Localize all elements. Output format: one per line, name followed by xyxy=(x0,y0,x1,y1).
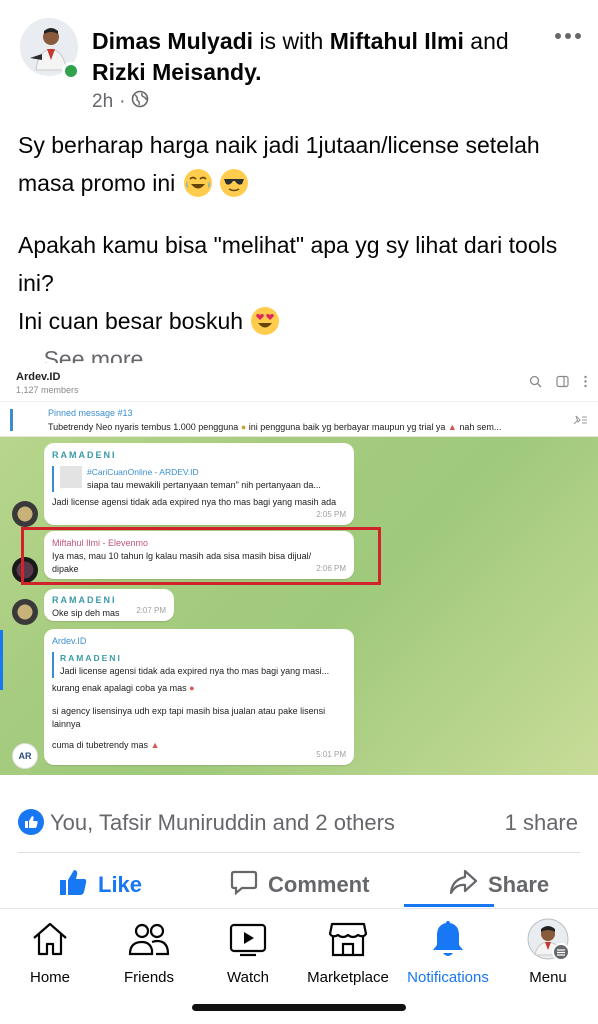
tagged-user-1[interactable]: Miftahul Ilmi xyxy=(330,28,464,54)
home-indicator[interactable] xyxy=(192,1004,406,1011)
message-sender: RAMADENI xyxy=(52,450,117,460)
friends-icon xyxy=(127,917,171,961)
post-body: Sy berharap harga naik jadi 1jutaan/lice… xyxy=(18,126,583,378)
more-options-icon[interactable] xyxy=(552,26,584,46)
with-text: is with xyxy=(259,28,324,54)
tab-label: Home xyxy=(29,969,70,986)
share-button[interactable]: Share xyxy=(448,868,549,902)
telegram-chat-title: Ardev.ID xyxy=(16,371,61,383)
share-icon xyxy=(448,868,478,902)
home-icon xyxy=(28,917,72,961)
tab-notifications[interactable]: Notifications xyxy=(398,917,498,997)
comment-label: Comment xyxy=(268,872,370,897)
marketplace-icon xyxy=(326,917,370,961)
scroll-edge-marker xyxy=(0,630,3,690)
post-paragraph-1: Sy berharap harga naik jadi 1jutaan/lice… xyxy=(18,126,583,202)
tab-label: Watch xyxy=(227,969,269,986)
tab-menu[interactable]: Menu xyxy=(498,917,598,997)
tab-home[interactable]: Home xyxy=(0,917,100,997)
telegram-header: Ardev.ID 1,127 members xyxy=(0,363,598,401)
post-meta: 2h · xyxy=(92,90,149,114)
tab-label: Marketplace xyxy=(307,969,389,986)
ramadeni-avatar xyxy=(12,599,38,625)
message-time: 2:07 PM xyxy=(136,606,166,615)
share-label: Share xyxy=(488,872,550,897)
message-text-2: si agency lisensinya udh exp tapi masih … xyxy=(52,706,326,729)
post-paragraph-2: Apakah kamu bisa "melihat" apa yg sy lih… xyxy=(18,232,558,296)
telegram-members: 1,127 members xyxy=(16,385,79,395)
reply-name: RAMADENI xyxy=(60,653,122,663)
tab-friends[interactable]: Friends xyxy=(99,917,199,997)
reaction-summary[interactable]: You, Tafsir Muniruddin and 2 others xyxy=(50,810,395,836)
highlight-box xyxy=(21,527,381,585)
ardev-avatar: AR xyxy=(12,743,38,769)
search-icon xyxy=(529,375,542,393)
reply-text: siapa tau mewakili pertanyaan teman" nih… xyxy=(87,480,321,490)
menu-avatar-icon xyxy=(526,917,570,961)
message-time: 2:05 PM xyxy=(316,510,346,519)
tab-label: Notifications xyxy=(407,969,489,986)
author-name[interactable]: Dimas Mulyadi xyxy=(92,28,253,54)
like-label: Like xyxy=(98,872,143,897)
tab-label: Friends xyxy=(123,969,175,986)
pinned-text: Tubetrendy Neo nyaris tembus 1.000 pengg… xyxy=(48,422,502,432)
share-count[interactable]: 1 share xyxy=(505,810,578,836)
message-time: 5:01 PM xyxy=(316,750,346,759)
telegram-header-icons xyxy=(529,375,588,393)
pinned-message-bar: Pinned message #13 Tubetrendy Neo nyaris… xyxy=(0,401,598,437)
post-paragraph-3: Ini cuan besar boskuh xyxy=(18,302,583,340)
message-sender: Ardev.ID xyxy=(52,636,87,646)
tab-marketplace[interactable]: Marketplace xyxy=(298,917,398,997)
comment-button[interactable]: Comment xyxy=(230,868,369,902)
globe-icon xyxy=(131,90,149,114)
tab-label: Menu xyxy=(529,969,567,986)
active-tab-underline xyxy=(404,904,494,907)
thumbs-up-icon xyxy=(58,868,88,902)
tab-watch[interactable]: Watch xyxy=(198,917,298,997)
online-status-dot xyxy=(62,62,80,80)
message-text-1: kurang enak apalagi coba ya mas ● xyxy=(52,683,195,693)
pinned-title: Pinned message #13 xyxy=(48,408,133,418)
message-bubble-1: RAMADENI #CariCuanOnline - ARDEV.ID siap… xyxy=(44,443,354,525)
message-bubble-4: Ardev.ID RAMADENI Jadi license agensi ti… xyxy=(44,629,354,765)
reactions-row: You, Tafsir Muniruddin and 2 others 1 sh… xyxy=(0,800,598,846)
message-bubble-3: RAMADENI Oke sip deh mas 2:07 PM xyxy=(44,589,174,621)
post-header: Dimas Mulyadi is with Miftahul Ilmi and … xyxy=(0,0,598,118)
post-text-1: Sy berharap harga naik jadi 1jutaan/lice… xyxy=(18,132,540,196)
reply-name: #CariCuanOnline - ARDEV.ID xyxy=(87,467,199,477)
telegram-chat-area: RAMADENI #CariCuanOnline - ARDEV.ID siap… xyxy=(0,437,598,775)
heart-eyes-emoji-icon xyxy=(251,307,280,335)
tagged-user-2[interactable]: Rizki Meisandy. xyxy=(92,59,262,85)
message-text: Jadi license agensi tidak ada expired ny… xyxy=(52,497,337,507)
sidebar-icon xyxy=(556,375,569,393)
post-author-line: Dimas Mulyadi is with Miftahul Ilmi and … xyxy=(92,26,532,88)
comment-icon xyxy=(230,868,258,902)
pin-list-icon xyxy=(572,413,588,431)
message-text-3: cuma di tubetrendy mas ▲ xyxy=(52,740,160,750)
post-time[interactable]: 2h xyxy=(92,91,113,113)
like-reaction-icon xyxy=(18,809,44,835)
sunglasses-emoji-icon xyxy=(220,169,249,197)
divider xyxy=(18,852,580,853)
post-actions: Like Comment Share xyxy=(0,856,598,908)
post-text-3: Ini cuan besar boskuh xyxy=(18,308,244,334)
ramadeni-avatar xyxy=(12,501,38,527)
and-text: and xyxy=(470,28,509,54)
meta-separator: · xyxy=(119,91,126,112)
kebab-icon xyxy=(583,375,588,393)
bell-icon xyxy=(426,917,470,961)
like-button[interactable]: Like xyxy=(58,868,142,902)
watch-icon xyxy=(226,917,270,961)
reply-text: Jadi license agensi tidak ada expired ny… xyxy=(60,666,330,676)
laughing-crying-emoji-icon xyxy=(183,169,212,197)
